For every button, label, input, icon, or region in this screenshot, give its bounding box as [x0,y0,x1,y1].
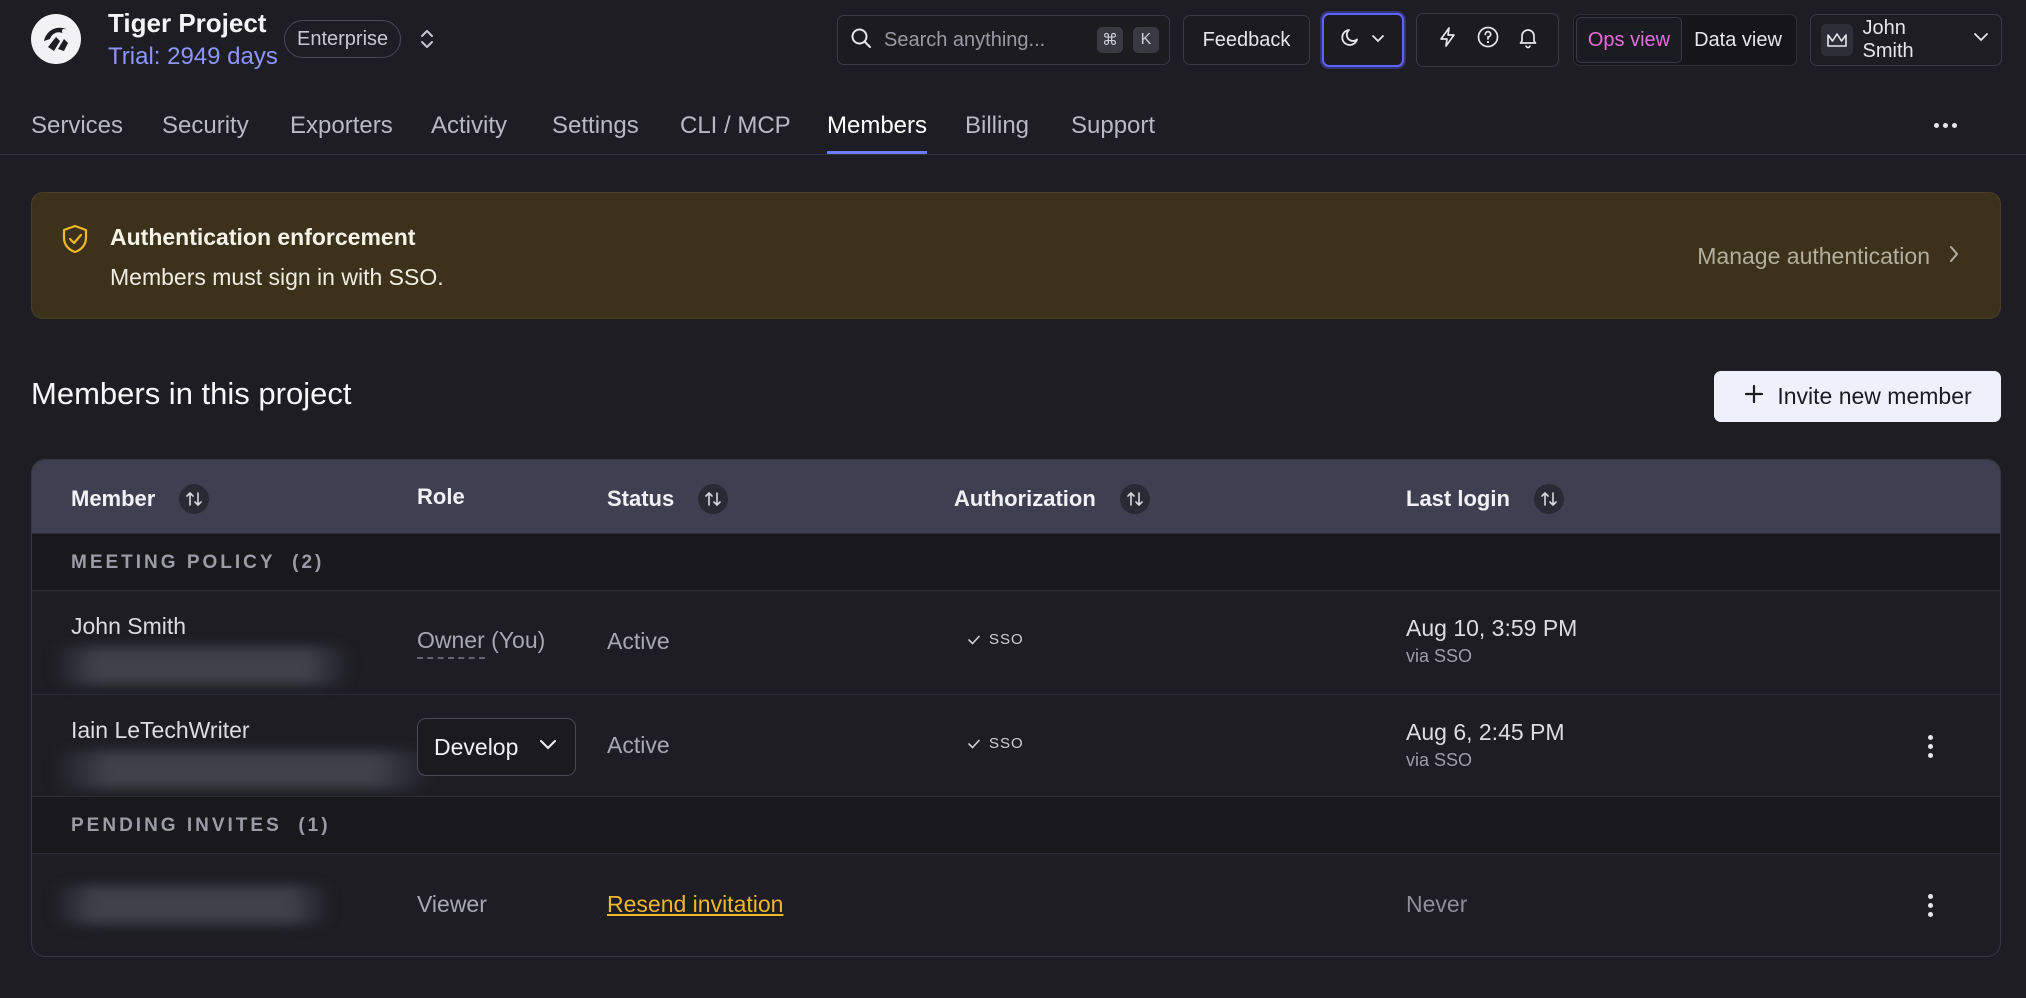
resend-invitation-link[interactable]: Resend invitation [607,891,783,918]
last-login: Aug 10, 3:59 PM [1406,615,1578,641]
member-role: Owner (You) [417,627,545,659]
column-last-login: Last login [1406,484,1564,514]
row-actions-icon[interactable] [1920,890,1940,920]
table-row: Viewer Resend invitation Never [32,854,2000,956]
table-header: Member Role Status Authorization Last lo… [32,460,2000,533]
chevron-down-icon [1370,29,1386,52]
table-row: John Smith Owner (You) Active SSO Aug 10… [32,591,2000,693]
invite-member-label: Invite new member [1777,383,1972,409]
tab-support[interactable]: Support [1071,112,1155,140]
view-toggle: Ops view Data view [1573,14,1797,66]
auth-badge: SSO [967,631,1024,648]
tiger-logo-icon[interactable] [31,14,81,64]
shield-check-icon [60,223,90,260]
banner-title: Authentication enforcement [110,224,416,250]
sort-icon[interactable] [1533,484,1564,514]
member-name: Iain LeTechWriter [71,717,250,743]
tab-cli-mcp[interactable]: CLI / MCP [680,112,791,140]
redacted-email [52,751,432,789]
search-placeholder: Search anything... [884,28,1046,51]
quick-actions-group [1416,13,1559,67]
ops-view-button[interactable]: Ops view [1576,17,1682,63]
table-row: Iain LeTechWriter Develop Active SSO Aug… [32,694,2000,796]
tab-settings[interactable]: Settings [552,112,639,140]
project-title: Tiger Project [108,8,267,38]
auth-enforcement-banner: Authentication enforcement Members must … [31,192,2001,319]
group-header: PENDING INVITES (1) [32,796,2000,854]
shortcut-mod-key: ⌘ [1097,27,1123,53]
last-login: Never [1406,891,1468,917]
column-member: Member [71,484,210,514]
sort-icon[interactable] [179,484,210,514]
trial-status: Trial: 2949 days [108,43,278,70]
bell-icon[interactable] [1516,25,1540,55]
tab-billing[interactable]: Billing [965,112,1029,140]
auth-badge: SSO [967,735,1024,752]
members-table: Member Role Status Authorization Last lo… [31,459,2001,957]
feedback-button[interactable]: Feedback [1183,15,1310,65]
group-label: MEETING POLICY (2) [71,552,325,573]
search-icon [850,27,872,54]
plus-icon [1743,383,1765,411]
invite-member-button[interactable]: Invite new member [1714,371,2001,422]
redacted-email [52,886,332,924]
sort-icon[interactable] [1119,484,1150,514]
user-name: John Smith [1862,17,1914,62]
manage-authentication-link[interactable]: Manage authentication [1697,243,1960,270]
check-icon [968,739,980,749]
project-switcher-icon[interactable] [414,26,440,52]
moon-icon [1340,26,1362,54]
tab-members[interactable]: Members [827,112,927,140]
data-view-button[interactable]: Data view [1682,17,1794,63]
role-select-value: Develop [434,733,519,760]
login-method: via SSO [1406,646,1473,666]
tab-exporters[interactable]: Exporters [290,112,393,140]
manage-authentication-label: Manage authentication [1697,243,1930,269]
plan-badge: Enterprise [284,20,402,58]
column-role: Role [417,484,465,509]
help-icon[interactable] [1476,25,1500,55]
crown-icon [1821,24,1853,56]
login-method: via SSO [1406,750,1473,770]
member-role: Viewer [417,891,487,917]
group-label: PENDING INVITES (1) [71,815,331,836]
redacted-email [52,647,352,685]
search-input[interactable]: Search anything... ⌘ K [837,15,1170,65]
active-tab-indicator [827,151,927,154]
shortcut-key: K [1133,27,1159,53]
top-bar: Tiger Project Trial: 2949 days Enterpris… [0,0,2026,80]
tab-services[interactable]: Services [31,112,123,140]
more-options-icon[interactable] [1930,114,1960,136]
member-status: Active [607,628,670,654]
user-menu-button[interactable]: John Smith [1810,14,2002,66]
member-name: John Smith [71,613,187,639]
column-status: Status [607,484,729,514]
theme-toggle-button[interactable] [1322,13,1404,67]
last-login: Aug 6, 2:45 PM [1406,719,1565,745]
lightning-icon[interactable] [1436,25,1460,55]
role-select[interactable]: Develop [417,718,576,776]
member-status: Active [607,732,670,758]
chevron-right-icon [1948,243,1960,270]
banner-text: Members must sign in with SSO. [110,264,444,290]
page-title: Members in this project [31,376,352,411]
check-icon [968,635,980,645]
chevron-down-icon [537,733,559,761]
sort-icon[interactable] [698,484,729,514]
chevron-down-icon [1971,27,1991,53]
tab-activity[interactable]: Activity [431,112,507,140]
group-header: MEETING POLICY (2) [32,533,2000,591]
column-authorization: Authorization [954,484,1150,514]
tab-security[interactable]: Security [162,112,249,140]
main-tabs: Services Security Exporters Activity Set… [0,100,2026,155]
row-actions-icon[interactable] [1920,731,1940,761]
